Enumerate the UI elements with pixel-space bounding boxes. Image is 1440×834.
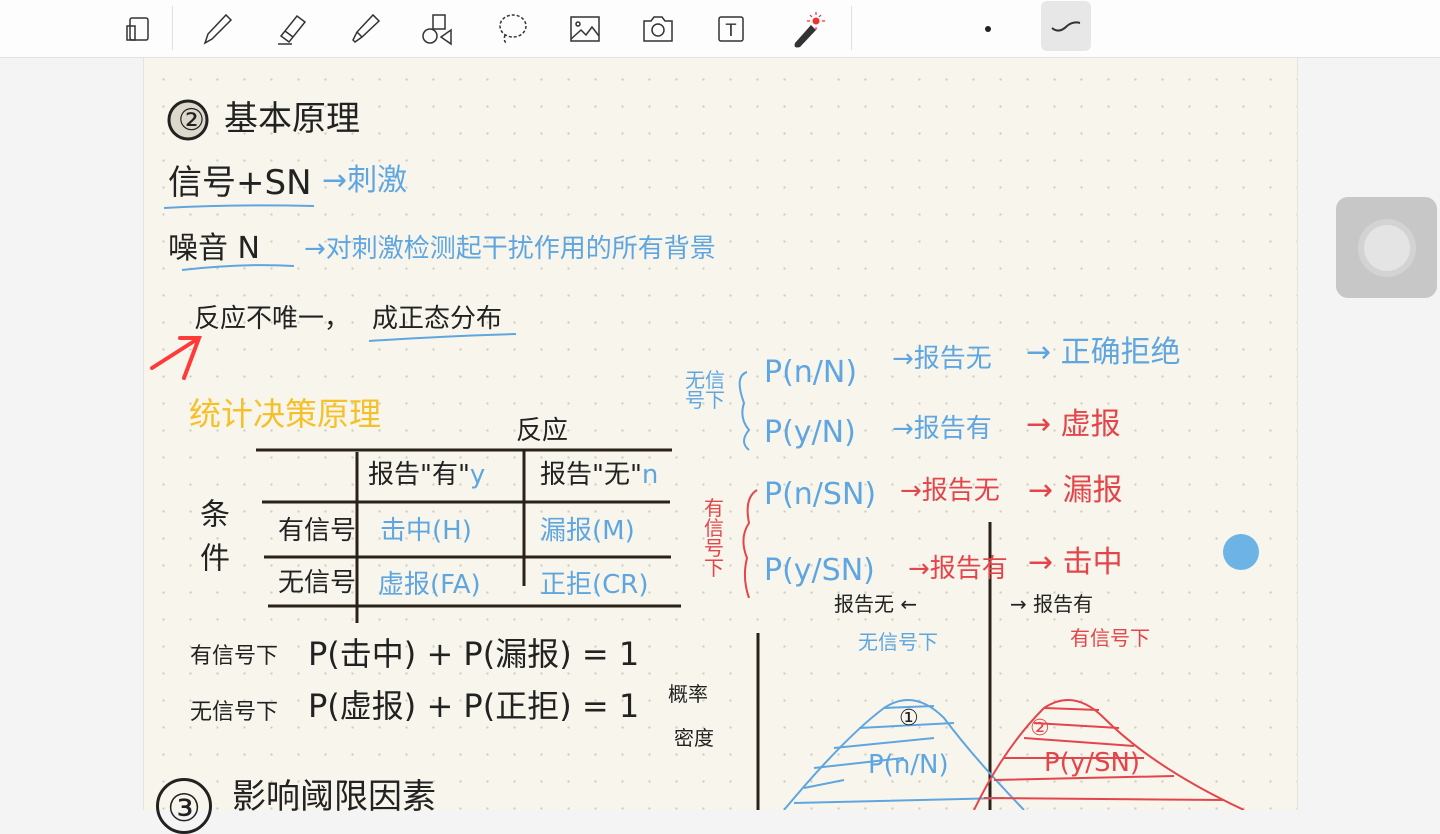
case3-p: P(n/SN) bbox=[764, 477, 877, 512]
response-note: 反应不唯一， bbox=[194, 304, 351, 334]
svg-text:T: T bbox=[725, 21, 737, 41]
normal-distribution-note: 成正态分布 bbox=[372, 304, 503, 334]
curve2-label: P(y/SN) bbox=[1044, 748, 1141, 778]
case1-report: →报告无 bbox=[892, 344, 992, 374]
signal-definition: →刺激 bbox=[322, 163, 408, 198]
read-mode-icon[interactable] bbox=[118, 9, 158, 49]
pen-tool-icon[interactable] bbox=[197, 9, 237, 49]
laser-arrow bbox=[150, 336, 202, 380]
floating-assistive-button[interactable] bbox=[1336, 197, 1437, 298]
section3-title: 影响阈限因素 bbox=[232, 777, 436, 817]
eq1: P(击中) + P(漏报) = 1 bbox=[308, 635, 640, 673]
toolbar: T ᛒ bbox=[0, 0, 1440, 58]
case3-report: →报告无 bbox=[900, 476, 1000, 506]
case1-result: → 正确拒绝 bbox=[1026, 335, 1181, 370]
text-tool-icon[interactable]: T bbox=[711, 9, 751, 49]
graph-y-label-2: 密度 bbox=[674, 726, 714, 750]
table-top-label: 反应 bbox=[516, 416, 569, 446]
case4-p: P(y/SN) bbox=[764, 553, 875, 588]
section2-number: ② bbox=[178, 103, 205, 138]
case4-result: → 击中 bbox=[1028, 545, 1123, 580]
lasso-tool-icon[interactable] bbox=[492, 9, 532, 49]
stroke-style-button[interactable] bbox=[1041, 1, 1091, 51]
noise-term: 噪音 N bbox=[168, 231, 260, 266]
case4-report: →报告有 bbox=[908, 554, 1008, 584]
graph-left-sub: 无信号下 bbox=[858, 630, 938, 654]
section3-number: ③ bbox=[156, 778, 212, 834]
eraser-tool-icon[interactable] bbox=[272, 9, 312, 49]
eq2: P(虚报) + P(正拒) = 1 bbox=[308, 687, 640, 725]
pen-size-dot[interactable] bbox=[968, 9, 1008, 49]
cell-miss: 漏报(M) bbox=[540, 516, 635, 546]
col-header-no: 报告"无"n bbox=[540, 460, 659, 490]
curve1-label: P(n/N) bbox=[868, 750, 949, 780]
stat-decision-title: 统计决策原理 bbox=[189, 395, 382, 433]
curve1-number: ① bbox=[899, 706, 919, 731]
eq2-label: 无信号下 bbox=[190, 700, 279, 725]
graph-right-label: → 报告有 bbox=[1010, 592, 1094, 616]
no-signal-group-label: 无信号下 bbox=[685, 368, 725, 412]
image-tool-icon[interactable] bbox=[565, 9, 605, 49]
graph-left-label: 报告无 ← bbox=[834, 592, 918, 616]
camera-tool-icon[interactable] bbox=[638, 9, 678, 49]
cell-correct-rejection: 正拒(CR) bbox=[540, 570, 649, 600]
eq1-label: 有信号下 bbox=[190, 644, 279, 669]
table-side-label: 条件 bbox=[194, 498, 229, 586]
case3-result: → 漏报 bbox=[1028, 473, 1123, 508]
section2-title: 基本原理 bbox=[224, 99, 360, 139]
laser-pointer-icon[interactable]: ᛒ bbox=[785, 9, 825, 49]
notebook-page[interactable]: ② 基本原理 信号+SN →刺激 噪音 N →对刺激检测起干扰作用的所有背景 反… bbox=[143, 58, 1298, 834]
col-header-yes: 报告"有"y bbox=[368, 460, 486, 490]
shapes-tool-icon[interactable] bbox=[418, 9, 458, 49]
color-picker-dot[interactable] bbox=[1223, 534, 1259, 570]
signal-group-label: 有信号下 bbox=[704, 496, 724, 580]
cell-false-alarm: 虚报(FA) bbox=[378, 570, 481, 600]
curve2-number: ② bbox=[1030, 716, 1050, 741]
graph-right-sub: 有信号下 bbox=[1070, 626, 1150, 650]
row-label-signal: 有信号 bbox=[278, 516, 357, 546]
cell-hit: 击中(H) bbox=[380, 516, 472, 546]
signal-term: 信号+SN bbox=[168, 163, 312, 203]
case2-report: →报告有 bbox=[892, 414, 992, 444]
noise-definition: →对刺激检测起干扰作用的所有背景 bbox=[304, 234, 716, 264]
case2-p: P(y/N) bbox=[764, 415, 856, 450]
row-label-no-signal: 无信号 bbox=[278, 568, 357, 598]
case2-result: → 虚报 bbox=[1026, 407, 1121, 442]
highlighter-tool-icon[interactable] bbox=[346, 9, 386, 49]
case1-p: P(n/N) bbox=[764, 355, 858, 390]
graph-y-label-1: 概率 bbox=[668, 682, 708, 706]
